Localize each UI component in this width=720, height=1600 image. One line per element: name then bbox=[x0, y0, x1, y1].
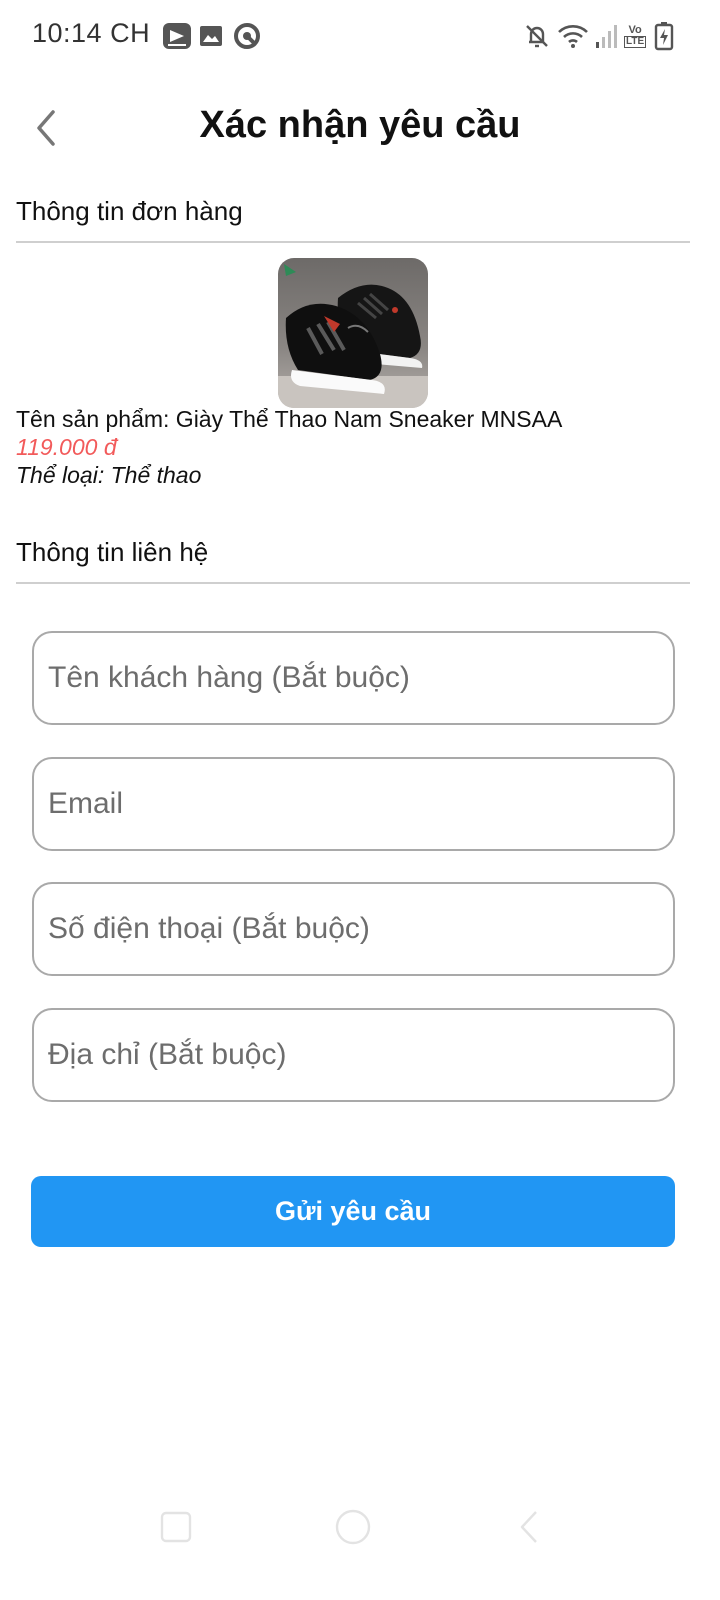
battery-charging-icon bbox=[654, 20, 674, 52]
contact-divider bbox=[16, 582, 690, 584]
address-input[interactable] bbox=[48, 1010, 658, 1100]
address-field[interactable] bbox=[32, 1008, 675, 1102]
phone-field[interactable] bbox=[32, 882, 675, 976]
order-section-title: Thông tin đơn hàng bbox=[16, 196, 243, 226]
home-button[interactable] bbox=[330, 1504, 376, 1550]
triangle-back-icon bbox=[520, 1511, 537, 1543]
video-app-icon bbox=[162, 20, 192, 52]
phone-input[interactable] bbox=[48, 884, 658, 974]
customer-name-field[interactable] bbox=[32, 631, 675, 725]
bell-off-icon bbox=[522, 20, 552, 52]
order-divider bbox=[16, 241, 690, 243]
wifi-icon bbox=[556, 20, 590, 52]
gallery-icon bbox=[198, 20, 224, 52]
signal-icon bbox=[594, 20, 620, 52]
app-bar: Xác nhận yêu cầu bbox=[0, 88, 720, 168]
product-category: Thể loại: Thể thao bbox=[16, 462, 202, 488]
status-time: 10:14 CH bbox=[32, 18, 151, 48]
product-name: Tên sản phẩm: Giày Thể Thao Nam Sneaker … bbox=[16, 406, 563, 432]
customer-name-input[interactable] bbox=[48, 633, 658, 723]
product-image[interactable] bbox=[278, 258, 428, 408]
product-price: 119.000 đ bbox=[16, 434, 117, 460]
submit-request-button[interactable]: Gửi yêu cầu bbox=[31, 1176, 675, 1247]
email-field[interactable] bbox=[32, 757, 675, 851]
contact-section-title: Thông tin liên hệ bbox=[16, 537, 209, 567]
page-title: Xác nhận yêu cầu bbox=[199, 104, 521, 146]
back-nav-button[interactable] bbox=[506, 1504, 552, 1550]
status-bar: 10:14 CH Vo LTE bbox=[0, 0, 720, 72]
volte-icon: Vo LTE bbox=[624, 23, 647, 48]
system-nav-bar bbox=[0, 1490, 720, 1560]
email-input[interactable] bbox=[48, 759, 658, 849]
recents-button[interactable] bbox=[153, 1504, 199, 1550]
square-icon bbox=[160, 1511, 192, 1543]
app-ring-icon bbox=[232, 20, 262, 52]
sneaker-image bbox=[278, 258, 428, 408]
circle-icon bbox=[335, 1509, 371, 1545]
